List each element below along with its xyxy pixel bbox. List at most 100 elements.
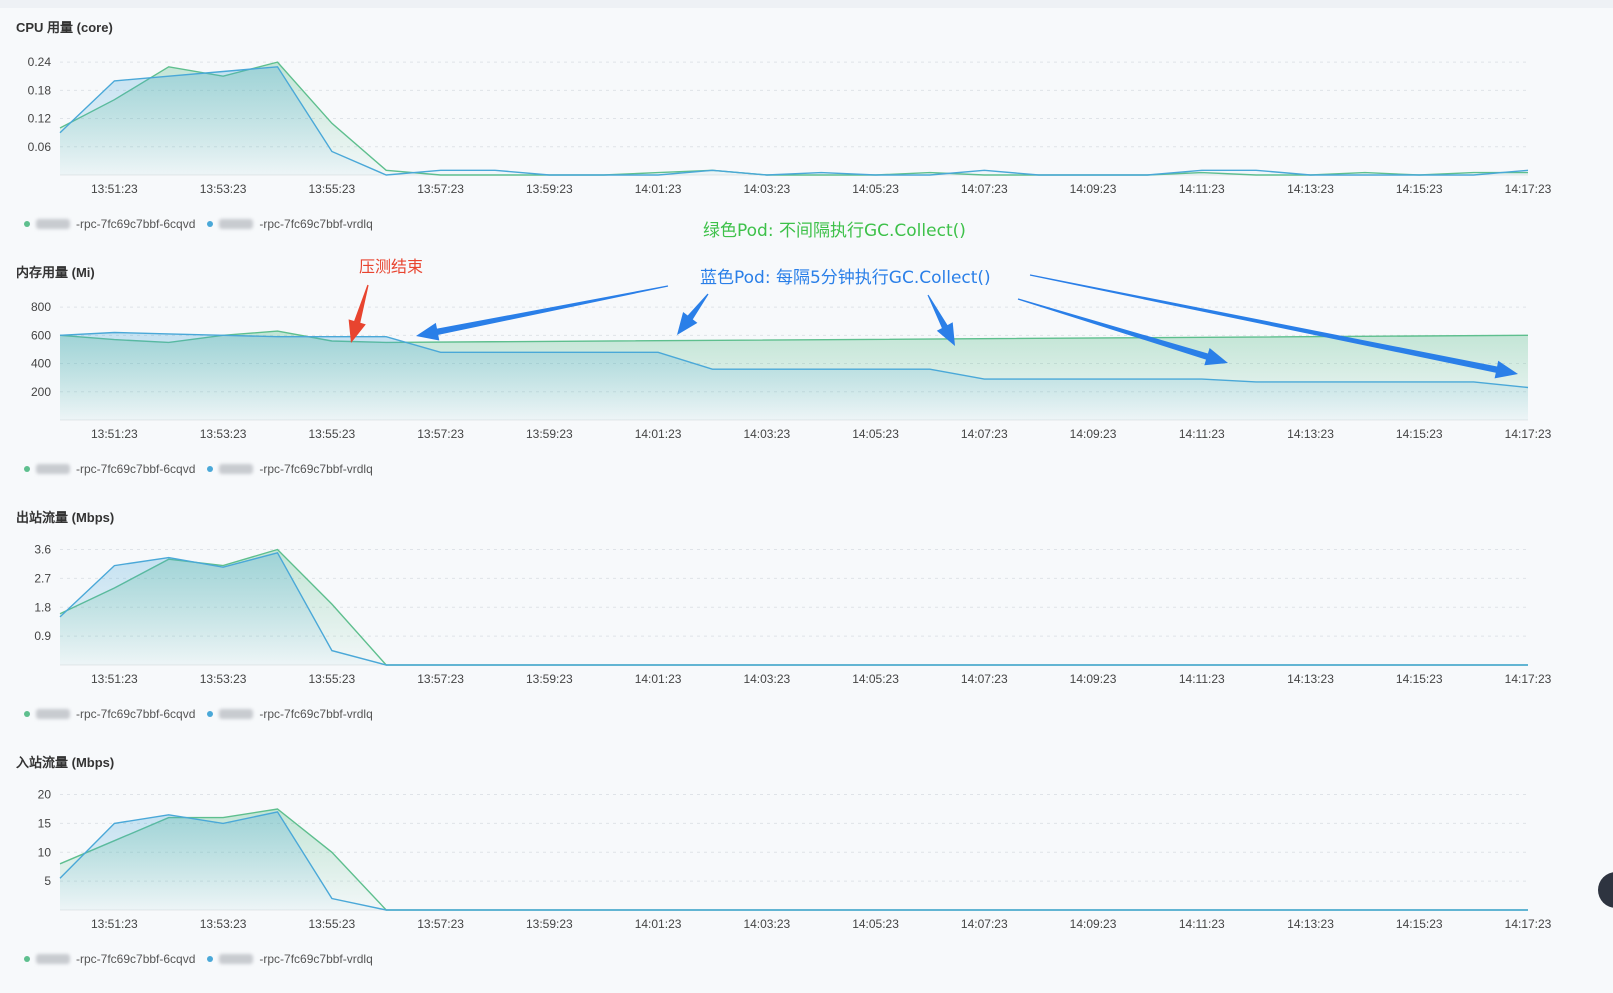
x-tick-label: 14:11:23	[1179, 672, 1225, 686]
blue-pod-annotation: 蓝色Pod: 每隔5分钟执行GC.Collect()	[700, 268, 991, 288]
x-tick-label: 14:11:23	[1179, 182, 1225, 196]
legend-item-blue[interactable]: -rpc-7fc69c7bbf-vrdlq	[207, 462, 373, 476]
legend-label: -rpc-7fc69c7bbf-6cqvd	[76, 462, 196, 476]
panel-title: 入站流量 (Mbps)	[16, 755, 115, 770]
x-tick-label: 14:17:23	[1505, 182, 1552, 196]
panel-title: 内存用量 (Mi)	[16, 265, 95, 280]
y-tick-label: 200	[31, 385, 51, 399]
y-tick-label: 0.9	[34, 629, 51, 643]
legend-label: -rpc-7fc69c7bbf-6cqvd	[76, 707, 196, 721]
x-tick-label: 14:07:23	[961, 917, 1008, 931]
x-tick-label: 13:57:23	[417, 182, 464, 196]
x-tick-label: 14:07:23	[961, 427, 1008, 441]
x-tick-label: 14:15:23	[1396, 917, 1443, 931]
x-tick-label: 14:17:23	[1505, 427, 1552, 441]
legend-item-blue[interactable]: -rpc-7fc69c7bbf-vrdlq	[207, 952, 373, 966]
legend-label: -rpc-7fc69c7bbf-vrdlq	[259, 707, 373, 721]
y-tick-label: 0.18	[28, 83, 52, 97]
x-tick-label: 14:17:23	[1505, 917, 1552, 931]
cpu-chart: 0.24 0.18 0.12 0.06 13:51:23 13:53:23 13:55:23…	[28, 55, 1552, 196]
y-tick-label: 0.06	[28, 140, 52, 154]
blue-dot-icon	[207, 466, 214, 472]
x-tick-label: 13:57:23	[417, 427, 464, 441]
y-tick-label: 5	[44, 874, 51, 888]
legend-item-green[interactable]: -rpc-7fc69c7bbf-6cqvd	[24, 462, 195, 476]
outbound-chart: 3.6 2.7 1.8 0.9 13:51:23 13:53:23 13:55:23 13:5…	[34, 543, 1551, 686]
y-tick-label: 1.8	[34, 600, 51, 614]
x-tick-label: 13:59:23	[526, 917, 573, 931]
x-tick-label: 14:07:23	[961, 182, 1008, 196]
memory-chart: 800 600 400 200 13:51:23 13:53:23 13:55:23 13:5…	[31, 300, 1552, 441]
x-tick-label: 13:55:23	[308, 182, 355, 196]
x-tick-label: 14:01:23	[635, 182, 682, 196]
legend-item-green[interactable]: -rpc-7fc69c7bbf-6cqvd	[24, 707, 195, 721]
y-tick-label: 2.7	[34, 571, 51, 585]
x-tick-label: 14:01:23	[635, 427, 682, 441]
legend-item-blue[interactable]: -rpc-7fc69c7bbf-vrdlq	[207, 217, 373, 231]
legend-label: -rpc-7fc69c7bbf-6cqvd	[76, 952, 196, 966]
x-tick-label: 13:53:23	[200, 672, 247, 686]
x-tick-label: 14:13:23	[1287, 427, 1334, 441]
x-tick-label: 13:59:23	[526, 672, 573, 686]
x-tick-label: 13:59:23	[526, 427, 573, 441]
chart-legend[interactable]: -rpc-7fc69c7bbf-6cqvd -rpc-7fc69c7bbf-vr…	[24, 952, 379, 966]
y-tick-label: 0.24	[28, 55, 52, 69]
x-tick-label: 14:03:23	[743, 427, 790, 441]
stress-end-annotation: 压测结束	[359, 257, 424, 276]
blue-dot-icon	[207, 711, 214, 717]
x-tick-label: 13:59:23	[526, 182, 573, 196]
y-tick-label: 20	[38, 788, 52, 802]
legend-label: -rpc-7fc69c7bbf-vrdlq	[259, 462, 373, 476]
y-tick-label: 600	[31, 328, 51, 342]
x-tick-label: 13:51:23	[91, 182, 138, 196]
x-tick-label: 14:03:23	[743, 182, 790, 196]
x-tick-label: 13:53:23	[200, 917, 247, 931]
series-area-blue	[60, 66, 1528, 175]
y-tick-label: 3.6	[34, 543, 51, 557]
green-pod-annotation: 绿色Pod: 不间隔执行GC.Collect()	[703, 221, 966, 241]
chart-legend[interactable]: -rpc-7fc69c7bbf-6cqvd -rpc-7fc69c7bbf-vr…	[24, 462, 379, 476]
panel-title: 出站流量 (Mbps)	[16, 510, 115, 525]
x-tick-label: 13:55:23	[308, 427, 355, 441]
chart-legend[interactable]: -rpc-7fc69c7bbf-6cqvd -rpc-7fc69c7bbf-vr…	[24, 217, 379, 231]
outbound-panel: 出站流量 (Mbps) 3.6 2.7 1.8 0.9 13:51:23 13:53:23…	[0, 490, 1613, 735]
cpu-panel: CPU 用量 (core) 0.24 0.18 0.12 0.06 13:51:23 13…	[0, 0, 1613, 245]
legend-item-green[interactable]: -rpc-7fc69c7bbf-6cqvd	[24, 217, 195, 231]
x-tick-label: 14:15:23	[1396, 672, 1443, 686]
legend-label: -rpc-7fc69c7bbf-6cqvd	[76, 217, 196, 231]
y-tick-label: 15	[38, 816, 52, 830]
series-area-blue	[60, 811, 1528, 910]
x-tick-label: 14:09:23	[1070, 917, 1117, 931]
blue-dot-icon	[207, 956, 214, 962]
x-tick-label: 14:09:23	[1070, 672, 1117, 686]
legend-label: -rpc-7fc69c7bbf-vrdlq	[259, 952, 373, 966]
x-tick-label: 14:11:23	[1179, 427, 1225, 441]
chart-legend[interactable]: -rpc-7fc69c7bbf-6cqvd -rpc-7fc69c7bbf-vr…	[24, 707, 379, 721]
x-tick-label: 14:07:23	[961, 672, 1008, 686]
series-area-blue	[60, 552, 1528, 665]
legend-label: -rpc-7fc69c7bbf-vrdlq	[259, 217, 373, 231]
x-tick-label: 14:15:23	[1396, 427, 1443, 441]
x-tick-label: 14:15:23	[1396, 182, 1443, 196]
y-tick-label: 0.12	[28, 112, 52, 126]
legend-item-green[interactable]: -rpc-7fc69c7bbf-6cqvd	[24, 952, 195, 966]
panel-title: CPU 用量 (core)	[16, 20, 113, 35]
x-tick-label: 13:55:23	[308, 672, 355, 686]
x-tick-label: 14:01:23	[635, 917, 682, 931]
x-tick-label: 14:11:23	[1179, 917, 1225, 931]
x-tick-label: 14:05:23	[852, 182, 899, 196]
y-tick-label: 10	[38, 845, 52, 859]
x-tick-label: 13:53:23	[200, 182, 247, 196]
x-tick-label: 14:03:23	[743, 917, 790, 931]
y-tick-label: 400	[31, 357, 51, 371]
x-tick-label: 14:05:23	[852, 917, 899, 931]
legend-item-blue[interactable]: -rpc-7fc69c7bbf-vrdlq	[207, 707, 373, 721]
x-tick-label: 14:03:23	[743, 672, 790, 686]
inbound-chart: 20 15 10 5 13:51:23 13:53:23 13:55:23 13:57:23 1…	[38, 788, 1552, 931]
x-tick-label: 13:51:23	[91, 672, 138, 686]
x-tick-label: 14:05:23	[852, 427, 899, 441]
x-tick-label: 13:53:23	[200, 427, 247, 441]
green-dot-icon	[24, 711, 30, 717]
x-tick-label: 14:13:23	[1287, 672, 1334, 686]
y-tick-label: 800	[31, 300, 51, 314]
